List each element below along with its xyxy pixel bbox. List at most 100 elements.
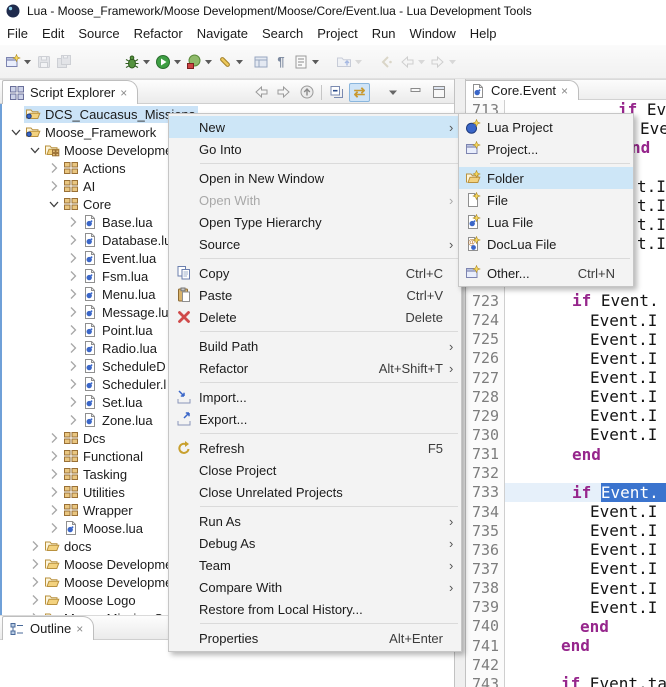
open-element-button[interactable] — [251, 48, 271, 76]
back-button[interactable] — [397, 48, 428, 76]
last-edit-button[interactable] — [377, 48, 397, 76]
menubar-window[interactable]: Window — [403, 24, 463, 43]
chevron-right-icon[interactable] — [65, 358, 81, 374]
debug-button[interactable] — [122, 48, 153, 76]
menu-item-refresh[interactable]: RefreshF5 — [169, 437, 461, 459]
code-line-text[interactable]: Event.I — [504, 311, 666, 330]
code-line-text[interactable] — [504, 655, 666, 674]
forward-button[interactable] — [273, 83, 294, 102]
code-line-742[interactable]: 742 — [466, 655, 666, 674]
back-button[interactable] — [250, 83, 271, 102]
view-menu-button[interactable] — [382, 83, 403, 102]
code-line-text[interactable]: end — [504, 445, 666, 464]
code-line-738[interactable]: 738Event.I — [466, 579, 666, 598]
code-line-726[interactable]: 726Event.I — [466, 349, 666, 368]
code-line-text[interactable]: Event.I — [504, 579, 666, 598]
code-line-727[interactable]: 727Event.I — [466, 368, 666, 387]
up-button[interactable] — [296, 83, 317, 102]
chevron-down-icon[interactable] — [27, 142, 43, 158]
menu-item-project[interactable]: Project... — [459, 138, 633, 160]
tab-core-event[interactable]: Core.Event × — [466, 80, 579, 100]
new-wizard-button[interactable] — [3, 48, 34, 76]
chevron-right-icon[interactable] — [65, 250, 81, 266]
menu-item-copy[interactable]: CopyCtrl+C — [169, 262, 461, 284]
code-line-text[interactable] — [504, 464, 666, 483]
menu-item-close-unrelated-projects[interactable]: Close Unrelated Projects — [169, 481, 461, 503]
chevron-right-icon[interactable] — [27, 574, 43, 590]
chevron-right-icon[interactable] — [65, 412, 81, 428]
code-line-text[interactable]: end — [504, 617, 666, 636]
dropdown-caret-icon[interactable] — [204, 59, 213, 65]
dropdown-caret-icon[interactable] — [23, 59, 32, 65]
menubar-edit[interactable]: Edit — [35, 24, 71, 43]
menu-item-build-path[interactable]: Build Path› — [169, 335, 461, 357]
menu-item-close-project[interactable]: Close Project — [169, 459, 461, 481]
code-line-text[interactable]: Event.I — [504, 540, 666, 559]
code-line-743[interactable]: 743if Event.ta — [466, 674, 666, 687]
menu-item-go-into[interactable]: Go Into — [169, 138, 461, 160]
code-line-728[interactable]: 728Event.I — [466, 387, 666, 406]
menu-item-refactor[interactable]: RefactorAlt+Shift+T› — [169, 357, 461, 379]
chevron-right-icon[interactable] — [27, 592, 43, 608]
chevron-right-icon[interactable] — [27, 556, 43, 572]
menu-item-doclua-file[interactable]: @DocLua File — [459, 233, 633, 255]
menubar-file[interactable]: File — [0, 24, 35, 43]
code-line-730[interactable]: 730Event.I — [466, 425, 666, 444]
dropdown-caret-icon[interactable] — [235, 59, 244, 65]
mark-occurrences-button[interactable] — [291, 48, 322, 76]
chevron-down-icon[interactable] — [8, 124, 24, 140]
menu-item-open-in-new-window[interactable]: Open in New Window — [169, 167, 461, 189]
chevron-right-icon[interactable] — [46, 448, 62, 464]
code-line-text[interactable]: Event.I — [504, 368, 666, 387]
code-line-723[interactable]: 723if Event. — [466, 291, 666, 310]
chevron-right-icon[interactable] — [65, 340, 81, 356]
menu-item-properties[interactable]: PropertiesAlt+Enter — [169, 627, 461, 649]
code-line-text[interactable]: Event.I — [504, 330, 666, 349]
profile-button[interactable] — [184, 48, 215, 76]
code-line-735[interactable]: 735Event.I — [466, 521, 666, 540]
close-icon[interactable]: × — [76, 621, 83, 637]
run-button[interactable] — [153, 48, 184, 76]
chevron-right-icon[interactable] — [27, 538, 43, 554]
chevron-right-icon[interactable] — [46, 178, 62, 194]
menu-item-file[interactable]: File — [459, 189, 633, 211]
code-line-739[interactable]: 739Event.I — [466, 598, 666, 617]
chevron-right-icon[interactable] — [65, 304, 81, 320]
code-line-737[interactable]: 737Event.I — [466, 559, 666, 578]
menu-item-other[interactable]: Other...Ctrl+N — [459, 262, 633, 284]
close-icon[interactable]: × — [561, 83, 568, 99]
forward-button[interactable] — [428, 48, 459, 76]
open-type-button[interactable] — [334, 48, 365, 76]
chevron-right-icon[interactable] — [46, 484, 62, 500]
code-line-text[interactable]: Event.I — [504, 521, 666, 540]
code-line-text[interactable]: if Event. — [504, 483, 666, 502]
chevron-right-icon[interactable] — [65, 322, 81, 338]
maximize-button[interactable] — [428, 83, 449, 102]
menu-item-debug-as[interactable]: Debug As› — [169, 532, 461, 554]
code-line-text[interactable]: Event.I — [504, 425, 666, 444]
menu-item-source[interactable]: Source› — [169, 233, 461, 255]
save-button[interactable] — [34, 48, 54, 76]
menubar-search[interactable]: Search — [255, 24, 310, 43]
show-whitespace-button[interactable]: ¶ — [271, 48, 291, 76]
menu-item-lua-project[interactable]: Lua Project — [459, 116, 633, 138]
code-line-724[interactable]: 724Event.I — [466, 311, 666, 330]
tab-script-explorer[interactable]: Script Explorer × — [2, 80, 138, 104]
chevron-right-icon[interactable] — [46, 520, 62, 536]
code-line-733[interactable]: 733if Event. — [466, 483, 666, 502]
menu-item-folder[interactable]: Folder — [459, 167, 633, 189]
dropdown-caret-icon[interactable] — [173, 59, 182, 65]
code-line-text[interactable]: if Event.ta — [504, 674, 666, 687]
chevron-right-icon[interactable] — [65, 268, 81, 284]
menubar-run[interactable]: Run — [365, 24, 403, 43]
link-with-editor-button[interactable]: ⇄ — [349, 83, 370, 102]
code-line-text[interactable]: if Event. — [504, 291, 666, 310]
dropdown-caret-icon[interactable] — [417, 59, 426, 65]
menu-item-run-as[interactable]: Run As› — [169, 510, 461, 532]
menu-item-delete[interactable]: DeleteDelete — [169, 306, 461, 328]
save-all-button[interactable] — [54, 48, 74, 76]
menubar-help[interactable]: Help — [463, 24, 504, 43]
menu-item-paste[interactable]: PasteCtrl+V — [169, 284, 461, 306]
code-line-731[interactable]: 731end — [466, 445, 666, 464]
menubar-navigate[interactable]: Navigate — [190, 24, 255, 43]
